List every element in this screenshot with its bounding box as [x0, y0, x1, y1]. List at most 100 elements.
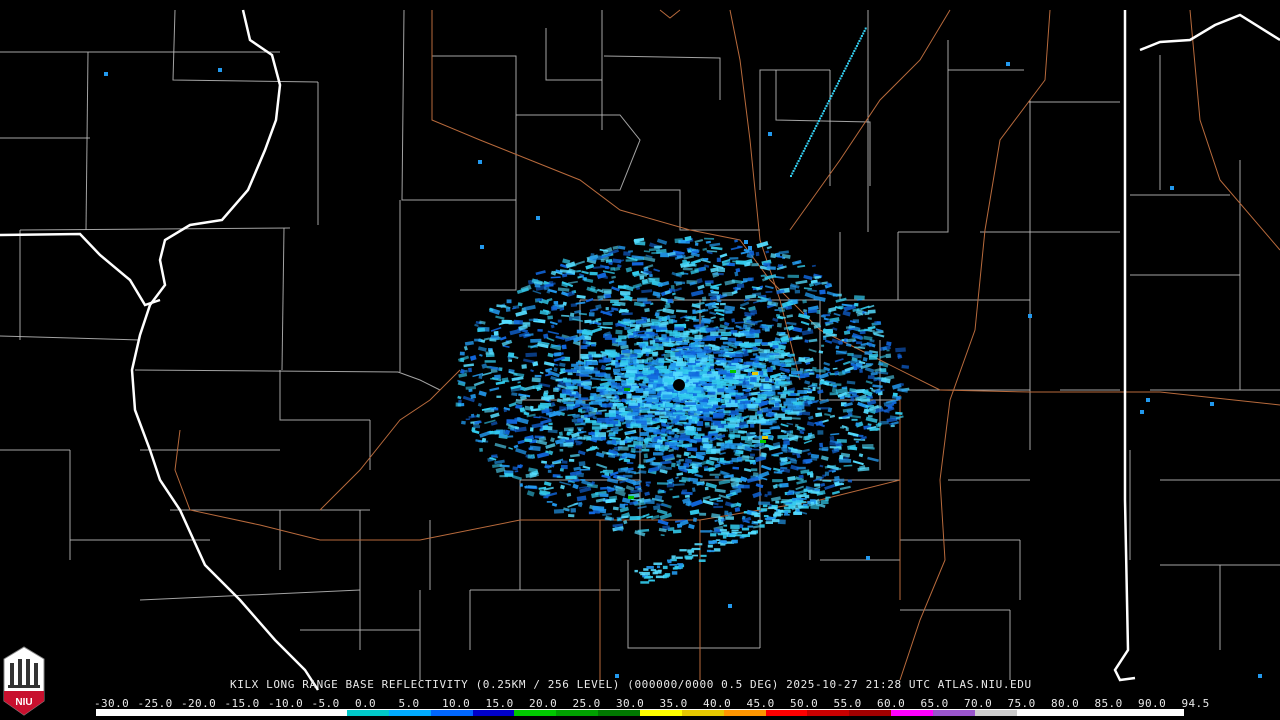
echo-speck	[579, 468, 591, 471]
echo-speck	[729, 257, 739, 260]
echo-speck	[1028, 314, 1032, 318]
echo-speck	[802, 503, 808, 507]
echo-speck	[816, 122, 819, 125]
echo-speck	[831, 447, 840, 454]
echo-speck	[811, 382, 818, 387]
echo-speck	[862, 444, 874, 449]
echo-speck	[774, 507, 778, 510]
echo-speck	[604, 412, 616, 417]
echo-speck	[632, 416, 641, 420]
echo-speck	[832, 384, 837, 388]
echo-speck	[553, 356, 566, 362]
echo-speck	[707, 544, 713, 548]
echo-speck	[477, 402, 482, 407]
echo-speck	[779, 461, 785, 466]
county-border	[460, 200, 517, 291]
echo-speck	[563, 427, 574, 432]
echo-speck	[751, 263, 759, 267]
echo-speck	[543, 425, 549, 430]
echo-speck	[695, 451, 706, 456]
echo-speck	[782, 375, 787, 378]
echo-speck	[581, 270, 589, 275]
echo-speck	[605, 307, 609, 311]
echo-speck	[752, 346, 758, 350]
echo-speck	[763, 515, 769, 518]
echo-speck	[736, 351, 741, 354]
echo-speck	[693, 324, 700, 328]
echo-speck	[679, 332, 689, 338]
echo-speck	[821, 344, 825, 347]
echo-speck	[694, 360, 701, 363]
echo-speck	[652, 343, 659, 347]
echo-speck	[537, 329, 543, 332]
echo-speck	[687, 389, 693, 393]
echo-speck	[515, 310, 528, 317]
echo-speck	[838, 80, 841, 82]
echo-speck	[657, 565, 661, 569]
echo-speck	[623, 458, 631, 463]
echo-speck	[755, 251, 760, 257]
echo-speck	[648, 384, 653, 388]
echo-speck	[580, 478, 586, 481]
echo-speck	[504, 429, 511, 435]
echo-speck	[790, 417, 801, 420]
echo-speck	[851, 418, 858, 421]
echo-speck	[750, 358, 759, 361]
echo-speck	[773, 354, 785, 359]
echo-speck	[798, 505, 804, 508]
echo-speck	[490, 412, 500, 419]
colorscale-swatch	[556, 710, 599, 716]
logo-text: NIU	[15, 697, 32, 708]
echo-speck	[676, 309, 688, 313]
echo-speck	[571, 391, 576, 395]
echo-speck	[644, 377, 649, 382]
echo-speck	[684, 357, 689, 361]
echo-speck	[710, 289, 714, 293]
echo-speck	[864, 27, 867, 30]
echo-speck	[708, 358, 714, 364]
echo-speck	[708, 292, 719, 297]
echo-speck	[730, 245, 743, 251]
colorscale-swatch	[681, 710, 724, 716]
echo-speck	[777, 509, 784, 512]
echo-speck	[710, 246, 723, 251]
echo-speck	[728, 337, 737, 342]
echo-speck	[748, 368, 755, 372]
echo-speck	[803, 439, 813, 445]
echo-speck	[603, 290, 612, 295]
echo-speck	[493, 330, 499, 336]
echo-speck	[824, 484, 836, 490]
echo-speck	[692, 316, 697, 320]
echo-speck	[507, 352, 515, 358]
echo-speck	[874, 321, 881, 325]
echo-speck	[713, 502, 719, 506]
echo-speck	[673, 371, 683, 377]
echo-speck	[847, 479, 853, 483]
echo-speck	[851, 354, 862, 359]
echo-speck	[461, 420, 466, 425]
echo-speck	[506, 419, 518, 424]
echo-speck	[684, 555, 694, 559]
echo-speck	[553, 508, 565, 514]
echo-speck	[476, 413, 481, 418]
echo-speck	[692, 416, 698, 422]
echo-speck	[711, 448, 721, 454]
echo-speck	[567, 385, 578, 390]
echo-speck	[490, 326, 502, 332]
echo-speck	[665, 403, 673, 408]
echo-speck	[778, 381, 791, 385]
echo-speck	[817, 389, 824, 395]
echo-speck	[506, 299, 512, 304]
echo-speck	[578, 369, 590, 372]
echo-speck	[742, 384, 754, 388]
echo-speck	[495, 315, 505, 320]
echo-speck	[562, 397, 571, 401]
echo-speck	[746, 420, 756, 424]
echo-speck	[699, 512, 707, 516]
echo-speck	[798, 157, 801, 160]
echo-speck	[490, 377, 495, 380]
echo-speck	[1210, 402, 1214, 406]
echo-speck	[760, 464, 772, 471]
highway	[319, 369, 461, 511]
echo-speck	[845, 343, 852, 347]
